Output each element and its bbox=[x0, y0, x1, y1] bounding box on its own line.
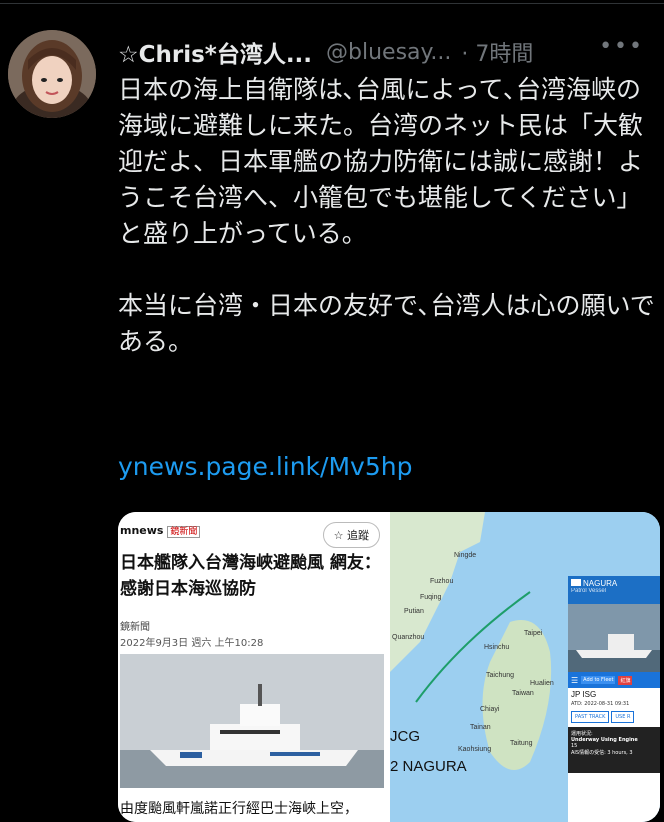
add-to-fleet-button[interactable]: Add to Fleet bbox=[581, 676, 616, 684]
handle[interactable]: @bluesay... bbox=[326, 40, 451, 65]
tweet-paragraph-1: 日本の海上自衛隊は､台風によって､台湾海峡の海域に避難しに来た。台湾のネット民は… bbox=[118, 75, 644, 248]
red-button[interactable]: 紅旗 bbox=[618, 675, 633, 685]
map-label-jcg: JCG bbox=[390, 728, 420, 745]
map-label: Fuqing bbox=[420, 594, 442, 601]
more-horizontal-icon[interactable]: ••• bbox=[599, 34, 644, 59]
top-divider bbox=[0, 3, 664, 4]
vessel-actions: ☰ Add to Fleet 紅旗 bbox=[568, 672, 660, 688]
map-label: Taipei bbox=[524, 630, 543, 637]
status-label: 運用状況: bbox=[571, 731, 593, 737]
map-label: Hsinchu bbox=[484, 644, 510, 651]
use-button[interactable]: USE R bbox=[611, 711, 635, 723]
ship-photo bbox=[120, 654, 384, 788]
media-image-map[interactable]: Ningde Fuzhou Fuqing Putian Quanzhou Hsi… bbox=[390, 512, 660, 822]
follow-button: ☆ 追蹤 bbox=[322, 522, 380, 548]
status-extra: AIS情報の受信: 3 hours, 3 bbox=[571, 750, 633, 756]
vessel-route: JP ISG bbox=[571, 690, 597, 699]
timestamp[interactable]: · 7時間 bbox=[461, 36, 533, 68]
tweet-paragraph-2: 本当に台湾・日本の友好で､台湾人は心の願いである。 bbox=[118, 291, 655, 356]
vessel-header: NAGURA Patrol Vessel bbox=[568, 576, 660, 604]
map-label: Chiayi bbox=[480, 706, 500, 713]
media-image-news[interactable]: mnews 鏡新聞 ☆ 追蹤 日本艦隊入台灣海峽避颱風 網友：感謝日本海巡協防 … bbox=[118, 512, 386, 822]
map-label-nagura: 2 NAGURA bbox=[390, 758, 467, 775]
map-label: Fuzhou bbox=[430, 578, 454, 585]
vessel-info-panel: NAGURA Patrol Vessel ☰ Add to Fleet 紅旗 J… bbox=[568, 576, 660, 822]
map-label: Taitung bbox=[510, 740, 533, 747]
vessel-type: Patrol Vessel bbox=[571, 588, 607, 594]
news-logo-tag: 鏡新聞 bbox=[167, 526, 201, 538]
news-headline: 日本艦隊入台灣海峽避颱風 網友：感謝日本海巡協防 bbox=[120, 553, 381, 599]
vessel-name: NAGURA bbox=[583, 579, 618, 588]
map-label: Ningde bbox=[454, 552, 477, 559]
news-date: 2022年9月3日 週六 上午10:28 bbox=[120, 638, 264, 649]
vessel-status: 運用状況: Underway Using Engine 15 AIS情報の受信:… bbox=[568, 727, 660, 773]
tweet-link[interactable]: ynews.page.link/Mv5hp bbox=[118, 452, 412, 481]
map-label: Putian bbox=[404, 608, 424, 615]
map-label: Taichung bbox=[486, 672, 515, 679]
menu-icon[interactable]: ☰ bbox=[571, 676, 578, 685]
display-name[interactable]: ☆Chris*台湾人... bbox=[118, 35, 312, 69]
map-label: Tainan bbox=[470, 724, 491, 731]
vessel-track-buttons: PAST TRACK USE R bbox=[568, 707, 660, 727]
news-source: 鏡新聞 bbox=[120, 622, 150, 633]
vessel-photo bbox=[568, 604, 660, 672]
news-logo: mnews 鏡新聞 bbox=[120, 524, 201, 538]
map-label: Taiwan bbox=[512, 690, 534, 697]
tweet-text: 日本の海上自衛隊は､台風によって､台湾海峡の海域に避難しに来た。台湾のネット民は… bbox=[118, 72, 658, 360]
map-label: Kaohsiung bbox=[458, 746, 492, 753]
news-caption: 由度颱風軒嵐諾正行經巴士海峽上空， bbox=[120, 801, 358, 817]
avatar[interactable] bbox=[8, 30, 96, 118]
media-grid: mnews 鏡新聞 ☆ 追蹤 日本艦隊入台灣海峽避颱風 網友：感謝日本海巡協防 … bbox=[118, 512, 660, 822]
flag-icon bbox=[571, 579, 581, 586]
map-label: Hualien bbox=[530, 680, 554, 687]
map-label: Quanzhou bbox=[392, 634, 425, 641]
news-logo-text: mnews bbox=[120, 524, 164, 537]
tweet-header: ☆Chris*台湾人... @bluesay... · 7時間 bbox=[118, 35, 664, 69]
past-track-button[interactable]: PAST TRACK bbox=[571, 711, 610, 723]
